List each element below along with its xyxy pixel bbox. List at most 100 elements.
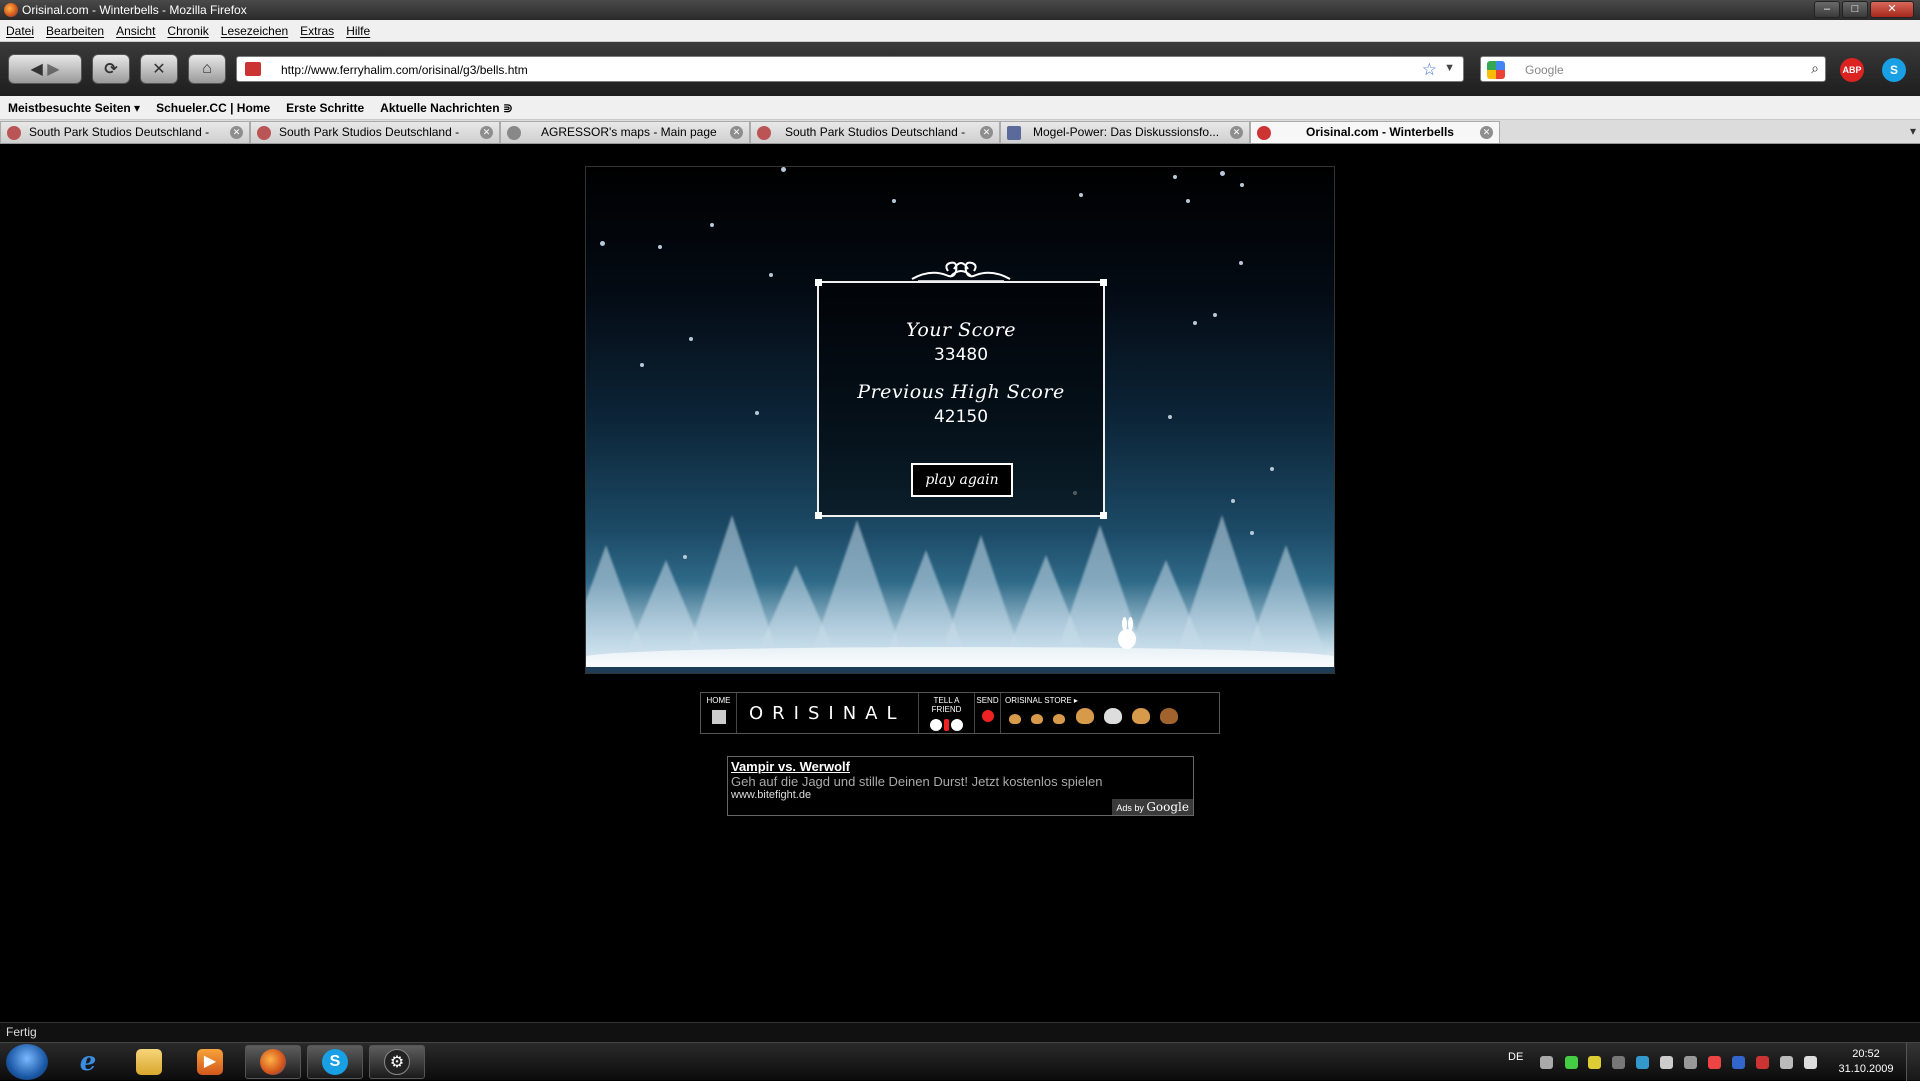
- google-engine-icon[interactable]: [1487, 61, 1505, 79]
- tab-agressor-maps[interactable]: AGRESSOR's maps - Main page ✕: [500, 121, 750, 143]
- stop-button[interactable]: ✕: [140, 54, 178, 84]
- send-button[interactable]: SEND: [974, 693, 1000, 733]
- orisinal-logo[interactable]: ORISINAL: [749, 703, 906, 724]
- winterbells-game[interactable]: Your Score 33480 Previous High Score 421…: [585, 166, 1335, 674]
- steam-tray-icon[interactable]: [1540, 1056, 1553, 1069]
- menu-hilfe[interactable]: Hilfe: [346, 24, 370, 38]
- flag-tray-icon[interactable]: [1708, 1056, 1721, 1069]
- taskbar-explorer[interactable]: [121, 1045, 177, 1079]
- folder-icon: [136, 1049, 162, 1075]
- snowflake: [640, 363, 644, 367]
- status-bar: Fertig: [0, 1022, 1920, 1042]
- menu-datei[interactable]: Datei: [6, 24, 34, 38]
- orisinal-home-button[interactable]: HOME: [701, 693, 737, 733]
- action-center-tray-icon[interactable]: [1756, 1056, 1769, 1069]
- tab-close-icon[interactable]: ✕: [980, 126, 993, 139]
- snowflake: [781, 167, 786, 172]
- shield-tray-icon[interactable]: [1732, 1056, 1745, 1069]
- window-title: Orisinal.com - Winterbells - Mozilla Fir…: [22, 3, 247, 17]
- tab-southpark-2[interactable]: South Park Studios Deutschland - ✕: [250, 121, 500, 143]
- volume-tray-icon[interactable]: [1804, 1056, 1817, 1069]
- tab-list-icon[interactable]: ▾: [1910, 124, 1916, 138]
- bookmark-schueler-cc[interactable]: Schueler.CC | Home: [156, 101, 270, 115]
- snowflake: [1168, 415, 1172, 419]
- minimize-button[interactable]: –: [1814, 1, 1840, 18]
- clock-time: 20:52: [1852, 1048, 1880, 1060]
- system-clock[interactable]: 20:52 31.10.2009: [1836, 1047, 1896, 1077]
- maximize-button[interactable]: □: [1842, 1, 1868, 18]
- snowflake: [1193, 321, 1197, 325]
- tab-close-icon[interactable]: ✕: [1230, 126, 1243, 139]
- forward-icon[interactable]: ▶: [47, 59, 59, 79]
- lightning-tray-icon[interactable]: [1588, 1056, 1601, 1069]
- bookmark-star-icon[interactable]: ☆: [1422, 60, 1437, 80]
- start-button[interactable]: [6, 1044, 48, 1080]
- home-button[interactable]: ⌂: [188, 54, 226, 84]
- menu-ansicht[interactable]: Ansicht: [116, 24, 155, 38]
- menu-bar: Datei Bearbeiten Ansicht Chronik Lesezei…: [0, 20, 1920, 42]
- back-forward-button[interactable]: ◀ ▶: [8, 54, 82, 84]
- snowflake: [1240, 183, 1244, 187]
- network-tray-icon[interactable]: [1780, 1056, 1793, 1069]
- taskbar-firefox[interactable]: [245, 1045, 301, 1079]
- search-bar[interactable]: Google ⌕: [1480, 56, 1826, 82]
- your-score-value: 33480: [933, 345, 989, 365]
- back-icon[interactable]: ◀: [30, 59, 42, 79]
- icq-tray-icon[interactable]: [1565, 1056, 1578, 1069]
- taskbar-steam[interactable]: ⚙: [369, 1045, 425, 1079]
- google-ad-box: Vampir vs. Werwolf Geh auf die Jagd und …: [727, 756, 1194, 816]
- device-tray-icon[interactable]: [1660, 1056, 1673, 1069]
- search-icon[interactable]: ⌕: [1811, 60, 1819, 77]
- search-tray-icon[interactable]: [1684, 1056, 1697, 1069]
- tab-southpark-1[interactable]: South Park Studios Deutschland - ✕: [0, 121, 250, 143]
- face-icon: [930, 719, 942, 731]
- reload-button[interactable]: ⟳: [92, 54, 130, 84]
- show-desktop-button[interactable]: [1906, 1043, 1920, 1081]
- url-bar[interactable]: http://www.ferryhalim.com/orisinal/g3/be…: [236, 56, 1464, 82]
- taskbar-skype[interactable]: S: [307, 1045, 363, 1079]
- ads-by-google-badge[interactable]: Ads by Google: [1112, 799, 1193, 815]
- menu-chronik[interactable]: Chronik: [167, 24, 208, 38]
- home-label: HOME: [706, 696, 731, 705]
- snowflake: [1079, 193, 1083, 197]
- navigation-toolbar: ◀ ▶ ⟳ ✕ ⌂ http://www.ferryhalim.com/oris…: [0, 42, 1920, 96]
- google-logo: Google: [1146, 800, 1189, 814]
- close-button[interactable]: ✕: [1870, 1, 1914, 18]
- previous-high-score-label: Previous High Score: [857, 381, 1065, 403]
- language-indicator[interactable]: DE: [1508, 1051, 1523, 1063]
- tab-close-icon[interactable]: ✕: [230, 126, 243, 139]
- tell-a-friend-button[interactable]: TELL A FRIEND: [918, 693, 974, 733]
- bookmark-erste-schritte[interactable]: Erste Schritte: [286, 101, 364, 115]
- snowflake: [1213, 313, 1217, 317]
- tab-close-icon[interactable]: ✕: [1480, 126, 1493, 139]
- snowflake: [1231, 499, 1235, 503]
- reload-icon: ⟳: [104, 61, 118, 78]
- url-text[interactable]: http://www.ferryhalim.com/orisinal/g3/be…: [281, 63, 528, 77]
- southpark-icon: [7, 126, 21, 140]
- critter-icon: [1009, 714, 1021, 724]
- tab-close-icon[interactable]: ✕: [730, 126, 743, 139]
- play-again-button[interactable]: play again: [911, 463, 1013, 497]
- menu-extras[interactable]: Extras: [300, 24, 334, 38]
- tab-close-icon[interactable]: ✕: [480, 126, 493, 139]
- url-dropdown-icon[interactable]: ▼: [1444, 62, 1455, 74]
- snowflake: [1270, 467, 1274, 471]
- skype-toolbar-icon[interactable]: S: [1882, 58, 1906, 82]
- adblock-plus-icon[interactable]: ABP: [1840, 58, 1864, 82]
- menu-bearbeiten[interactable]: Bearbeiten: [46, 24, 104, 38]
- app-tray-icon[interactable]: [1612, 1056, 1625, 1069]
- tab-southpark-3[interactable]: South Park Studios Deutschland - ✕: [750, 121, 1000, 143]
- menu-lesezeichen[interactable]: Lesezeichen: [221, 24, 288, 38]
- ad-title-link[interactable]: Vampir vs. Werwolf: [731, 759, 1190, 774]
- search-placeholder[interactable]: Google: [1525, 63, 1564, 77]
- monitor-tray-icon[interactable]: [1636, 1056, 1649, 1069]
- bookmark-aktuelle-nachrichten[interactable]: Aktuelle Nachrichten ⋑: [380, 101, 513, 115]
- orisinal-store-button[interactable]: ORISINAL STORE ▸: [1000, 693, 1220, 733]
- snowflake: [1220, 171, 1225, 176]
- snowflake: [892, 199, 896, 203]
- tab-mogel-power[interactable]: Mogel-Power: Das Diskussionsfo... ✕: [1000, 121, 1250, 143]
- taskbar-media-player[interactable]: ▶: [182, 1045, 238, 1079]
- bookmark-meistbesuchte[interactable]: Meistbesuchte Seiten ▾: [8, 101, 140, 115]
- tab-orisinal-winterbells[interactable]: Orisinal.com - Winterbells ✕: [1250, 121, 1500, 143]
- taskbar-ie[interactable]: e: [60, 1045, 116, 1079]
